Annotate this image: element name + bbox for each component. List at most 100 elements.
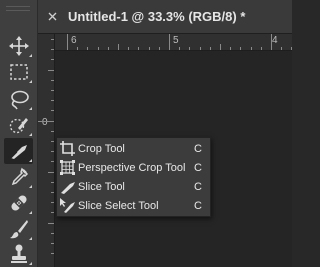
ruler-tick [87, 47, 89, 50]
slice-icon [61, 182, 75, 194]
horizontal-ruler[interactable]: 6 5 4 [55, 34, 292, 51]
menu-item-label: Perspective Crop Tool [78, 161, 186, 174]
ruler-tick [209, 47, 211, 50]
ruler-tick [51, 243, 54, 244]
tool-group-indicator [29, 237, 32, 240]
ruler-tick [67, 34, 68, 50]
ruler-tick [51, 79, 54, 81]
menu-item-label: Slice Select Tool [78, 199, 159, 212]
tool-group-indicator [29, 211, 32, 214]
ruler-tick [158, 47, 160, 50]
tool-group-indicator [29, 185, 32, 188]
vertical-ruler[interactable]: 0 [38, 34, 55, 267]
tools-panel [0, 0, 38, 267]
tool-group-indicator [29, 262, 32, 265]
ruler-tick [51, 130, 54, 132]
ruler-tick [250, 47, 252, 50]
ruler-tick [51, 151, 54, 153]
eyedropper-icon [11, 167, 28, 186]
brush-icon [9, 220, 28, 239]
ruler-tick [51, 181, 54, 183]
eyedropper-tool[interactable] [4, 164, 33, 190]
ruler-tick [148, 47, 150, 50]
panel-grip[interactable] [6, 6, 30, 11]
tool-group-indicator [29, 80, 32, 83]
document-tab-bar: Untitled-1 @ 33.3% (RGB/8) * [38, 0, 292, 34]
ruler-tick [107, 47, 109, 50]
quick-selection-icon [9, 118, 28, 134]
close-icon[interactable] [47, 12, 57, 22]
slice-icon [10, 145, 27, 159]
slice-select-tool-item[interactable]: Slice Select Tool C [57, 196, 210, 215]
move-icon [8, 36, 29, 56]
shortcut-key: C [194, 142, 202, 155]
ruler-tick [51, 141, 54, 142]
tool-group-indicator [29, 54, 32, 57]
lasso-icon [10, 90, 29, 110]
ruler-tick [118, 44, 119, 50]
tool-group-indicator [29, 107, 32, 110]
crop-icon [60, 141, 75, 156]
ruler-tick [291, 47, 292, 50]
tool-group-indicator [29, 133, 32, 136]
ruler-tick [199, 47, 201, 50]
crop-tool-item[interactable]: Crop Tool C [57, 139, 210, 158]
ruler-tick [51, 232, 54, 234]
perspective-crop-tool-item[interactable]: Perspective Crop Tool C [57, 158, 210, 177]
shortcut-key: C [194, 180, 202, 193]
shortcut-key: C [194, 199, 202, 212]
document-title: Untitled-1 @ 33.3% (RGB/8) * [68, 9, 246, 24]
bandage-icon [10, 195, 27, 211]
ruler-tick [240, 47, 242, 50]
ruler-tick [51, 202, 54, 204]
ruler-tick [51, 110, 54, 112]
document-tab[interactable]: Untitled-1 @ 33.3% (RGB/8) * [38, 0, 292, 33]
ruler-tick [51, 59, 54, 61]
ruler-tick [230, 47, 232, 50]
ruler-tick [220, 44, 221, 50]
slice-select-icon [60, 198, 75, 213]
stamp-icon [10, 244, 27, 263]
ruler-tick [51, 39, 54, 40]
ruler-tick [97, 47, 99, 50]
ruler-tick [48, 69, 54, 71]
lasso-tool[interactable] [4, 86, 33, 112]
crop-tools-flyout: Crop Tool C Perspective Crop Tool C Slic… [56, 137, 211, 217]
photoshop-window: Untitled-1 @ 33.3% (RGB/8) * 6 5 4 0 Cro… [0, 0, 292, 267]
menu-item-label: Crop Tool [78, 142, 125, 155]
ruler-tick [169, 34, 170, 50]
ruler-tick [51, 90, 54, 91]
menu-item-label: Slice Tool [78, 180, 125, 193]
ruler-tick [51, 161, 54, 163]
ruler-tick [48, 222, 54, 224]
healing-brush-tool[interactable] [4, 190, 33, 216]
ruler-tick [51, 100, 54, 102]
ruler-tick [260, 47, 262, 50]
brush-tool[interactable] [4, 216, 33, 242]
ruler-tick [51, 253, 54, 255]
tool-group-indicator [29, 159, 32, 162]
clone-stamp-tool[interactable] [4, 241, 33, 267]
ruler-tick [48, 171, 54, 173]
ruler-tick [138, 47, 140, 50]
quick-selection-tool[interactable] [4, 112, 33, 138]
ruler-tick [281, 47, 283, 50]
ruler-tick [128, 47, 130, 50]
ruler-label: 5 [173, 35, 179, 46]
ruler-tick [38, 120, 54, 122]
ruler-tick [271, 34, 272, 50]
slice-tool-item[interactable]: Slice Tool C [57, 177, 210, 196]
slice-tool[interactable] [4, 138, 33, 164]
ruler-tick [77, 47, 79, 50]
rectangular-marquee-tool[interactable] [4, 59, 33, 85]
ruler-label: 4 [272, 35, 278, 46]
ruler-tick [189, 47, 191, 50]
shortcut-key: C [194, 161, 202, 174]
marquee-icon [9, 64, 28, 80]
ruler-tick [51, 192, 54, 193]
ruler-tick [179, 47, 181, 50]
perspective-crop-icon [60, 160, 75, 175]
move-tool[interactable] [4, 33, 33, 59]
ruler-label: 6 [71, 35, 77, 46]
ruler-label: 0 [42, 117, 48, 128]
